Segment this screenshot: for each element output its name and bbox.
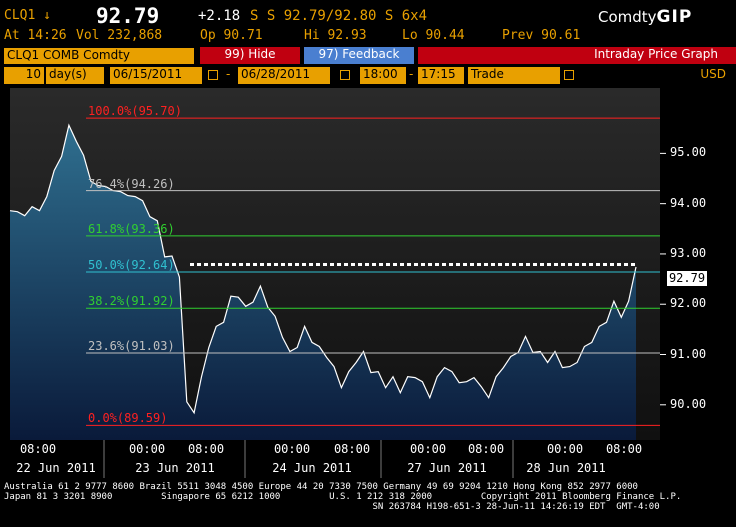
price-change: +2.18 <box>198 8 241 24</box>
footer-line-1: Australia 61 2 9777 8600 Brazil 5511 304… <box>4 482 638 492</box>
fib-label: 38.2%(91.92) <box>88 294 175 309</box>
x-date-label: 23 Jun 2011 <box>135 461 215 475</box>
calendar-icon[interactable] <box>208 70 218 80</box>
x-time-label: 08:00 <box>467 442 505 456</box>
x-time-label: 08:00 <box>605 442 643 456</box>
fib-label: 61.8%(93.36) <box>88 221 175 236</box>
brand-prefix: Comdty <box>598 8 657 26</box>
fib-label: 100.0%(95.70) <box>88 104 182 119</box>
chevron-down-icon[interactable] <box>564 70 574 80</box>
brand-function: GIP <box>656 7 693 27</box>
range-bar: 10 day(s) 06/15/2011 - 06/28/2011 18:00 … <box>0 67 736 85</box>
x-date-label: 22 Jun 2011 <box>16 461 96 475</box>
quote-volume: Vol 232,868 <box>76 28 163 43</box>
time-separator: - <box>409 67 414 81</box>
end-time-field[interactable]: 17:15 <box>418 67 464 84</box>
quote-prev: Prev 90.61 <box>502 28 581 43</box>
y-tick-label: 94.00 <box>670 195 707 210</box>
quote-open: Op 90.71 <box>200 28 263 43</box>
currency-label: USD <box>700 67 726 81</box>
y-tick-label: 90.00 <box>670 396 707 411</box>
x-date-label: 28 Jun 2011 <box>526 461 606 475</box>
x-time-label: 08:00 <box>19 442 57 456</box>
header-bar: CLQ1 ↓ 92.79 +2.18 S S 92.79/92.80 S 6x4… <box>0 2 736 28</box>
footer-line-3: SN 263784 H198-651-3 28-Jun-11 14:26:19 … <box>4 502 660 512</box>
bid-ask-quote: S S 92.79/92.80 S 6x4 <box>250 8 428 24</box>
function-title: Intraday Price Graph <box>418 47 736 64</box>
footer: Australia 61 2 9777 8600 Brazil 5511 304… <box>4 482 681 512</box>
x-date-label: 27 Jun 2011 <box>407 461 487 475</box>
date-separator: - <box>226 67 231 81</box>
end-date-field[interactable]: 06/28/2011 <box>238 67 330 84</box>
fib-label: 23.6%(91.03) <box>88 339 175 353</box>
y-tick-label: 91.00 <box>670 346 707 361</box>
period-value-field[interactable]: 10 <box>4 67 44 84</box>
function-brand: ComdtyGIP <box>598 7 692 27</box>
toolbar: CLQ1 COMB Comdty 99) Hide 97) Feedback I… <box>0 47 736 65</box>
footer-line-2: Japan 81 3 3201 8900 Singapore 65 6212 1… <box>4 492 682 502</box>
feedback-button[interactable]: 97) Feedback <box>304 47 414 64</box>
fib-label: 76.4%(94.26) <box>88 176 175 191</box>
start-time-field[interactable]: 18:00 <box>360 67 406 84</box>
y-tick-label: 92.00 <box>670 296 707 311</box>
fib-label: 50.0%(92.64) <box>88 258 175 273</box>
x-date-label: 24 Jun 2011 <box>272 461 352 475</box>
y-tick-label: 93.00 <box>670 245 707 260</box>
last-price-tag: 92.79 <box>667 270 707 286</box>
x-time-label: 08:00 <box>187 442 225 456</box>
y-tick-label: 95.00 <box>670 145 707 160</box>
price-type-dropdown[interactable]: Trade <box>468 67 560 84</box>
calendar-icon[interactable] <box>340 70 350 80</box>
hide-button[interactable]: 99) Hide <box>200 47 300 64</box>
ticker-label[interactable]: CLQ1 ↓ <box>4 8 51 23</box>
security-field[interactable]: CLQ1 COMB Comdty <box>4 48 194 64</box>
quote-low: Lo 90.44 <box>402 28 465 43</box>
quote-time: At 14:26 <box>4 28 67 43</box>
start-date-field[interactable]: 06/15/2011 <box>110 67 202 84</box>
quote-high: Hi 92.93 <box>304 28 367 43</box>
period-unit-field[interactable]: day(s) <box>46 67 104 84</box>
last-price: 92.79 <box>96 4 160 28</box>
fib-label: 0.0%(89.59) <box>88 411 168 426</box>
quote-line: At 14:26 Vol 232,868 Op 90.71 Hi 92.93 L… <box>0 28 736 44</box>
